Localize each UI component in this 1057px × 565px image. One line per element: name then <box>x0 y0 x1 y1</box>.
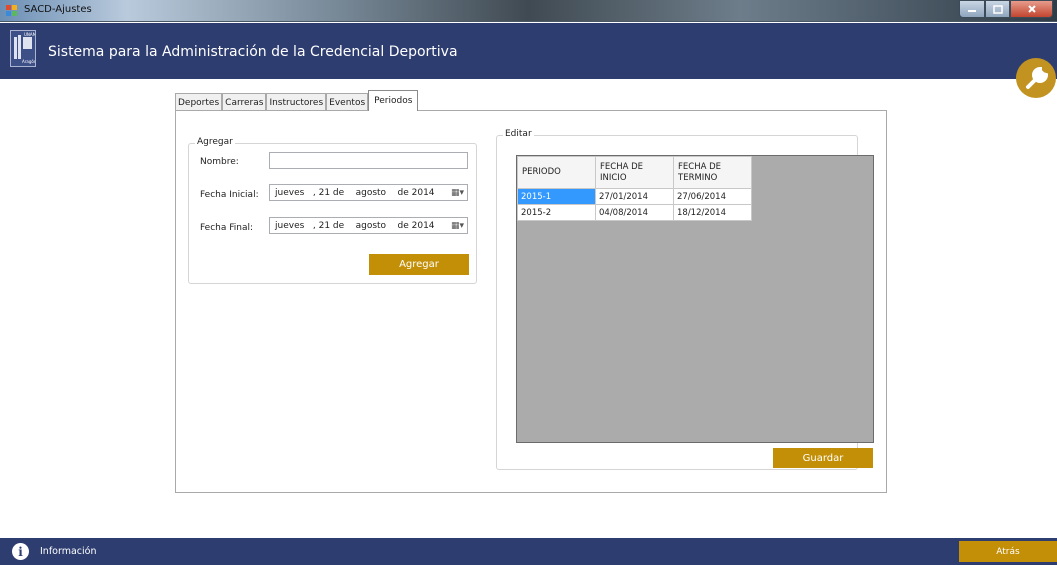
window-titlebar: SACD-Ajustes <box>0 0 1057 22</box>
close-button[interactable] <box>1010 0 1053 18</box>
tab-periodos[interactable]: Periodos <box>368 90 419 111</box>
nombre-label: Nombre: <box>200 157 239 167</box>
fecha-final-value: jueves , 21 de agosto de 2014 <box>275 220 435 231</box>
tab-carreras[interactable]: Carreras <box>222 93 267 111</box>
wrench-icon <box>1026 66 1049 89</box>
cell-inicio[interactable]: 27/01/2014 <box>595 188 674 205</box>
table-row[interactable]: 2015-2 04/08/2014 18/12/2014 <box>517 204 752 221</box>
column-header-periodo[interactable]: PERIODO <box>517 156 596 189</box>
svg-text:Aragón: Aragón <box>22 59 35 64</box>
settings-button[interactable] <box>1016 58 1056 98</box>
nombre-input[interactable] <box>269 152 468 169</box>
table-row[interactable]: 2015-1 27/01/2014 27/06/2014 <box>517 188 752 205</box>
maximize-icon <box>992 4 1003 14</box>
editar-group: Editar PERIODO FECHA DE INICIO FECHA DE … <box>496 129 874 470</box>
svg-text:UNAM: UNAM <box>24 32 35 37</box>
agregar-group: Agregar Nombre: Fecha Inicial: jueves , … <box>188 137 477 284</box>
app-header: UNAM Aragón Sistema para la Administraci… <box>0 23 1057 98</box>
window-title: SACD-Ajustes <box>24 4 92 15</box>
cell-periodo[interactable]: 2015-1 <box>517 188 596 205</box>
minimize-button[interactable] <box>959 0 985 18</box>
app-footer: i Información Atrás <box>0 538 1057 565</box>
cell-termino[interactable]: 27/06/2014 <box>673 188 752 205</box>
fecha-final-picker[interactable]: jueves , 21 de agosto de 2014 ▦▾ <box>269 217 468 234</box>
unam-logo: UNAM Aragón <box>10 30 37 67</box>
calendar-dropdown-icon[interactable]: ▦▾ <box>451 188 464 198</box>
tab-instructores[interactable]: Instructores <box>266 93 327 111</box>
app-title: Sistema para la Administración de la Cre… <box>48 44 458 60</box>
editar-legend: Editar <box>503 129 534 139</box>
calendar-dropdown-icon[interactable]: ▦▾ <box>451 221 464 231</box>
cell-termino[interactable]: 18/12/2014 <box>673 204 752 221</box>
fecha-inicial-value: jueves , 21 de agosto de 2014 <box>275 187 435 198</box>
tab-panel-periodos: Agregar Nombre: Fecha Inicial: jueves , … <box>175 110 887 493</box>
maximize-button[interactable] <box>985 0 1010 18</box>
window-controls <box>959 0 1053 18</box>
info-link[interactable]: Información <box>40 546 97 557</box>
cell-periodo[interactable]: 2015-2 <box>517 204 596 221</box>
guardar-button[interactable]: Guardar <box>773 448 873 468</box>
fecha-inicial-label: Fecha Inicial: <box>200 190 259 200</box>
periodos-table: PERIODO FECHA DE INICIO FECHA DE TERMINO… <box>517 156 752 221</box>
tab-eventos[interactable]: Eventos <box>326 93 369 111</box>
fecha-inicial-picker[interactable]: jueves , 21 de agosto de 2014 ▦▾ <box>269 184 468 201</box>
close-icon <box>1027 5 1036 13</box>
column-header-fecha-termino[interactable]: FECHA DE TERMINO <box>673 156 752 189</box>
agregar-legend: Agregar <box>195 137 235 147</box>
back-button[interactable]: Atrás <box>959 541 1057 562</box>
agregar-button[interactable]: Agregar <box>369 254 469 275</box>
info-icon[interactable]: i <box>12 543 29 560</box>
column-header-fecha-inicio[interactable]: FECHA DE INICIO <box>595 156 674 189</box>
cell-inicio[interactable]: 04/08/2014 <box>595 204 674 221</box>
app-icon <box>6 5 17 16</box>
tab-strip: Deportes Carreras Instructores Eventos P… <box>175 90 419 111</box>
tab-deportes[interactable]: Deportes <box>175 93 223 111</box>
unam-logo-icon: UNAM Aragón <box>14 32 37 64</box>
table-header-row: PERIODO FECHA DE INICIO FECHA DE TERMINO <box>517 156 752 189</box>
minimize-icon <box>968 10 976 12</box>
periodos-grid[interactable]: PERIODO FECHA DE INICIO FECHA DE TERMINO… <box>516 155 874 443</box>
fecha-final-label: Fecha Final: <box>200 223 254 233</box>
